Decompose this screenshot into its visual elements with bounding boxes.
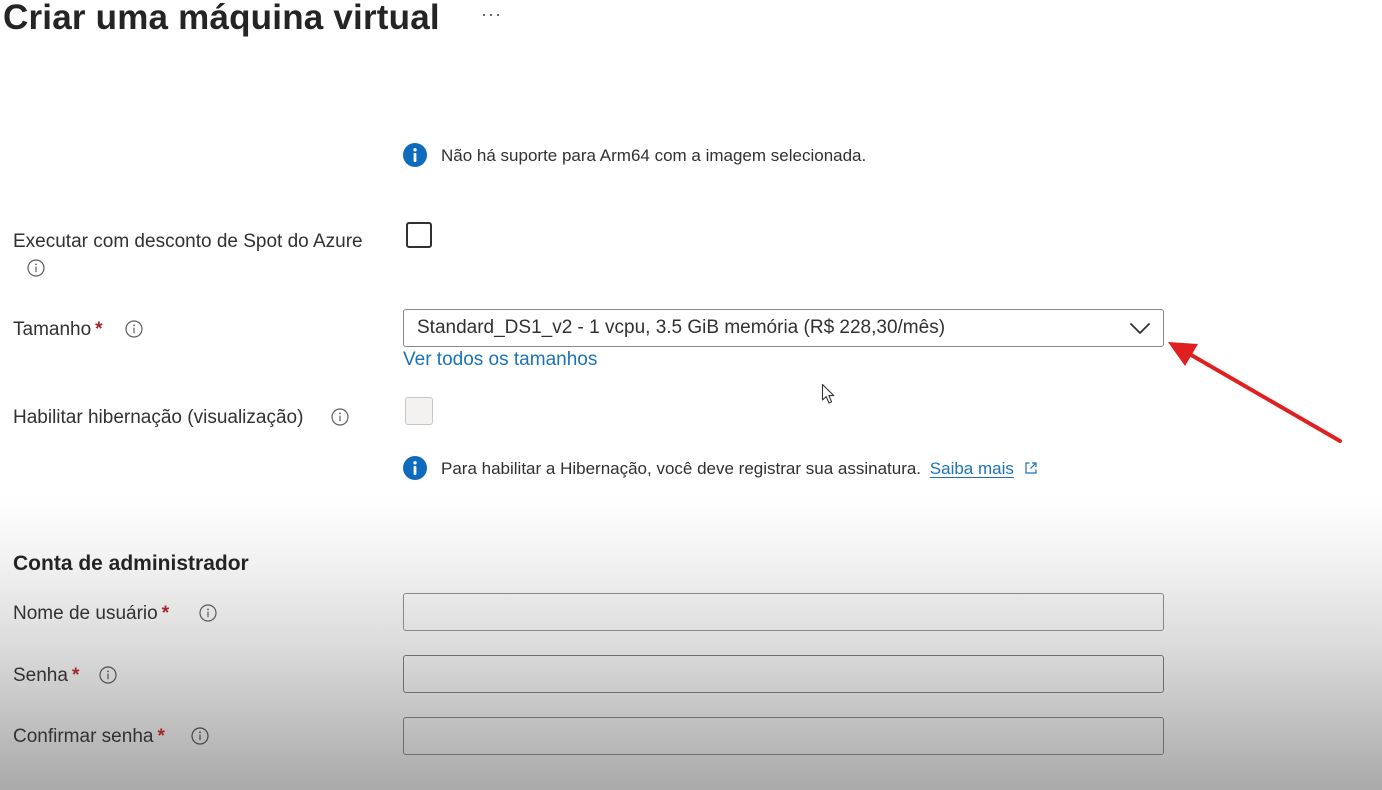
info-circle-filled-icon <box>403 456 427 480</box>
size-label: Tamanho * <box>13 319 103 341</box>
spot-discount-label: Executar com desconto de Spot do Azure <box>13 231 363 252</box>
info-circle-outline-icon[interactable] <box>199 604 217 622</box>
learn-more-link[interactable]: Saiba mais <box>930 459 1014 478</box>
info-circle-outline-icon[interactable] <box>331 408 349 426</box>
username-input[interactable] <box>403 593 1164 631</box>
admin-section-title: Conta de administrador <box>13 552 249 575</box>
hibernation-notice: Para habilitar a Hibernação, você deve r… <box>441 459 1038 479</box>
info-circle-outline-icon[interactable] <box>27 259 45 277</box>
hibernation-checkbox[interactable] <box>405 397 433 425</box>
confirm-password-input[interactable] <box>403 717 1164 755</box>
arm64-notice-text: Não há suporte para Arm64 com a imagem s… <box>441 146 867 165</box>
password-input[interactable] <box>403 655 1164 693</box>
required-mark: * <box>71 665 80 686</box>
info-circle-outline-icon[interactable] <box>99 666 117 684</box>
size-dropdown-value: Standard_DS1_v2 - 1 vcpu, 3.5 GiB memóri… <box>417 317 946 338</box>
info-circle-outline-icon[interactable] <box>125 320 143 338</box>
confirm-password-label-text: Confirmar senha <box>13 726 154 747</box>
annotation-arrow-icon <box>1168 342 1342 443</box>
more-options-button[interactable]: ··· <box>481 4 502 25</box>
mouse-pointer-icon <box>821 383 835 404</box>
chevron-down-icon <box>1130 323 1150 334</box>
info-circle-outline-icon[interactable] <box>191 727 209 745</box>
username-label: Nome de usuário * <box>13 603 169 625</box>
page-title: Criar uma máquina virtual <box>3 0 440 37</box>
required-mark: * <box>157 726 165 747</box>
password-label: Senha * <box>13 665 79 687</box>
see-all-sizes-link[interactable]: Ver todos os tamanhos <box>403 349 597 371</box>
required-mark: * <box>161 603 170 624</box>
size-dropdown[interactable]: Standard_DS1_v2 - 1 vcpu, 3.5 GiB memóri… <box>403 309 1164 347</box>
size-label-text: Tamanho <box>13 319 92 340</box>
spot-discount-checkbox[interactable] <box>406 222 432 248</box>
required-mark: * <box>95 319 103 340</box>
hibernation-label: Habilitar hibernação (visualização) <box>13 407 304 428</box>
username-label-text: Nome de usuário <box>13 603 158 624</box>
info-circle-filled-icon <box>403 143 427 167</box>
external-link-icon[interactable] <box>1024 461 1038 475</box>
confirm-password-label: Confirmar senha * <box>13 726 165 748</box>
hibernation-notice-text: Para habilitar a Hibernação, você deve r… <box>441 459 922 478</box>
password-label-text: Senha <box>13 665 68 686</box>
